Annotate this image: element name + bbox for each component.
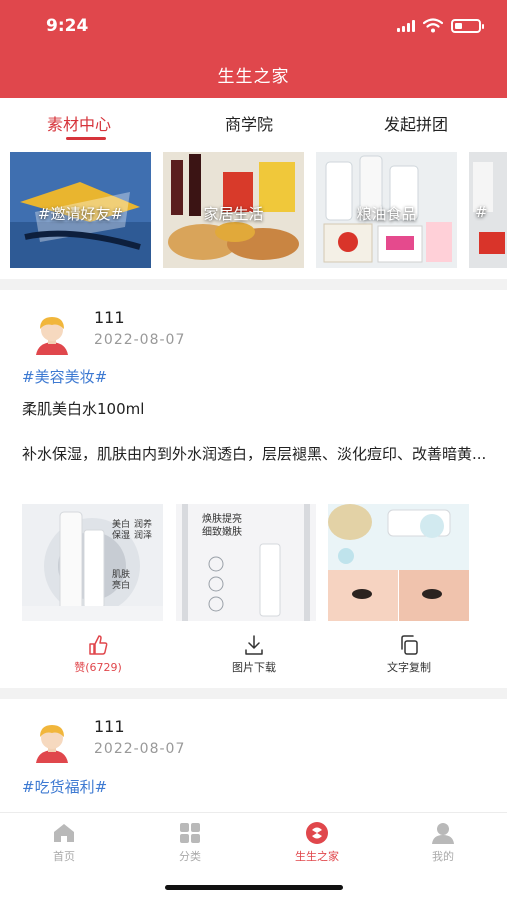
wifi-icon	[423, 18, 443, 33]
nav-label: 生生之家	[295, 850, 339, 863]
download-images-button[interactable]: 图片下载	[199, 634, 309, 675]
category-icon	[180, 823, 200, 843]
post-image-1[interactable]: 美白保湿 润养润泽 肌肤亮白	[22, 504, 163, 621]
banner-label: #	[475, 203, 488, 221]
post-product-title: 柔肌美白水100ml	[22, 400, 145, 418]
banner-invite-friends[interactable]: #邀请好友#	[10, 152, 151, 268]
image-caption: 润养润泽	[134, 520, 153, 541]
skin-comparison-image	[328, 504, 469, 621]
post-card: 111 2022-08-07 #吃货福利#	[0, 699, 507, 812]
nav-shengsheng-home[interactable]: 生生之家	[277, 821, 357, 864]
like-button[interactable]: 赞(6729)	[43, 634, 153, 675]
nav-category[interactable]: 分类	[150, 821, 230, 864]
nav-label: 我的	[432, 850, 454, 863]
post-username: 111	[94, 308, 125, 327]
copy-text-button[interactable]: 文字复制	[354, 634, 464, 675]
thumbs-up-icon	[89, 635, 108, 655]
post-description: 补水保湿，肌肤由内到外水润透白，层层褪黑、淡化痘印、改善暗黄...	[22, 445, 487, 463]
app-screen: 9:24 生生之家 素材中心 商学院 发起拼团 #邀请好友# 家居生活 粮油食品…	[0, 0, 507, 900]
tab-bar: 素材中心 商学院 发起拼团	[0, 98, 507, 145]
nav-label: 首页	[53, 850, 75, 863]
battery-level	[455, 22, 462, 29]
banner-label: 家居生活	[203, 205, 264, 223]
post-card: 111 2022-08-07 #美容美妆# 柔肌美白水100ml 补水保湿，肌肤…	[0, 290, 507, 688]
battery-icon	[451, 18, 484, 33]
header: 9:24 生生之家	[0, 0, 507, 98]
nav-label: 分类	[179, 850, 201, 863]
post-date: 2022-08-07	[94, 741, 186, 757]
post-date: 2022-08-07	[94, 332, 186, 348]
avatar	[36, 725, 68, 763]
like-count: 赞(6729)	[74, 661, 122, 674]
download-icon	[245, 635, 263, 655]
post-image-3[interactable]	[328, 504, 469, 621]
banner-label: 粮油食品	[356, 205, 417, 223]
home-icon	[54, 824, 74, 842]
tab-business-school[interactable]: 商学院	[225, 111, 273, 135]
post-image-2[interactable]: 焕肤提亮 细致嫩肤	[176, 504, 316, 621]
post-tag[interactable]: #吃货福利#	[22, 776, 107, 797]
home-indicator	[165, 885, 343, 890]
copy-label: 文字复制	[387, 661, 431, 674]
banner-grain-oil[interactable]: 粮油食品	[316, 152, 457, 268]
banner-home-living[interactable]: 家居生活	[163, 152, 304, 268]
tab-start-group-buy[interactable]: 发起拼团	[384, 111, 448, 135]
page-title: 生生之家	[217, 67, 290, 87]
status-time: 9:24	[46, 16, 89, 36]
banner-carousel[interactable]: #邀请好友# 家居生活 粮油食品 #	[0, 145, 507, 279]
tab-active-indicator	[66, 137, 106, 140]
status-icons	[397, 18, 484, 33]
tab-material-center[interactable]: 素材中心	[47, 111, 111, 135]
signal-icon	[397, 19, 415, 32]
banner-next[interactable]: #	[469, 152, 507, 268]
brand-icon	[306, 822, 328, 844]
download-label: 图片下载	[232, 661, 276, 674]
nav-profile[interactable]: 我的	[403, 821, 483, 864]
nav-home[interactable]: 首页	[24, 821, 104, 864]
post-username: 111	[94, 717, 125, 736]
profile-icon	[432, 823, 454, 844]
toner-product-image	[176, 504, 316, 621]
image-caption: 肌肤亮白	[112, 570, 131, 591]
banner-label: #邀请好友#	[37, 205, 124, 223]
image-caption: 细致嫩肤	[202, 527, 242, 538]
post-tag[interactable]: #美容美妆#	[22, 366, 107, 387]
copy-icon	[401, 635, 418, 655]
avatar	[36, 317, 68, 355]
